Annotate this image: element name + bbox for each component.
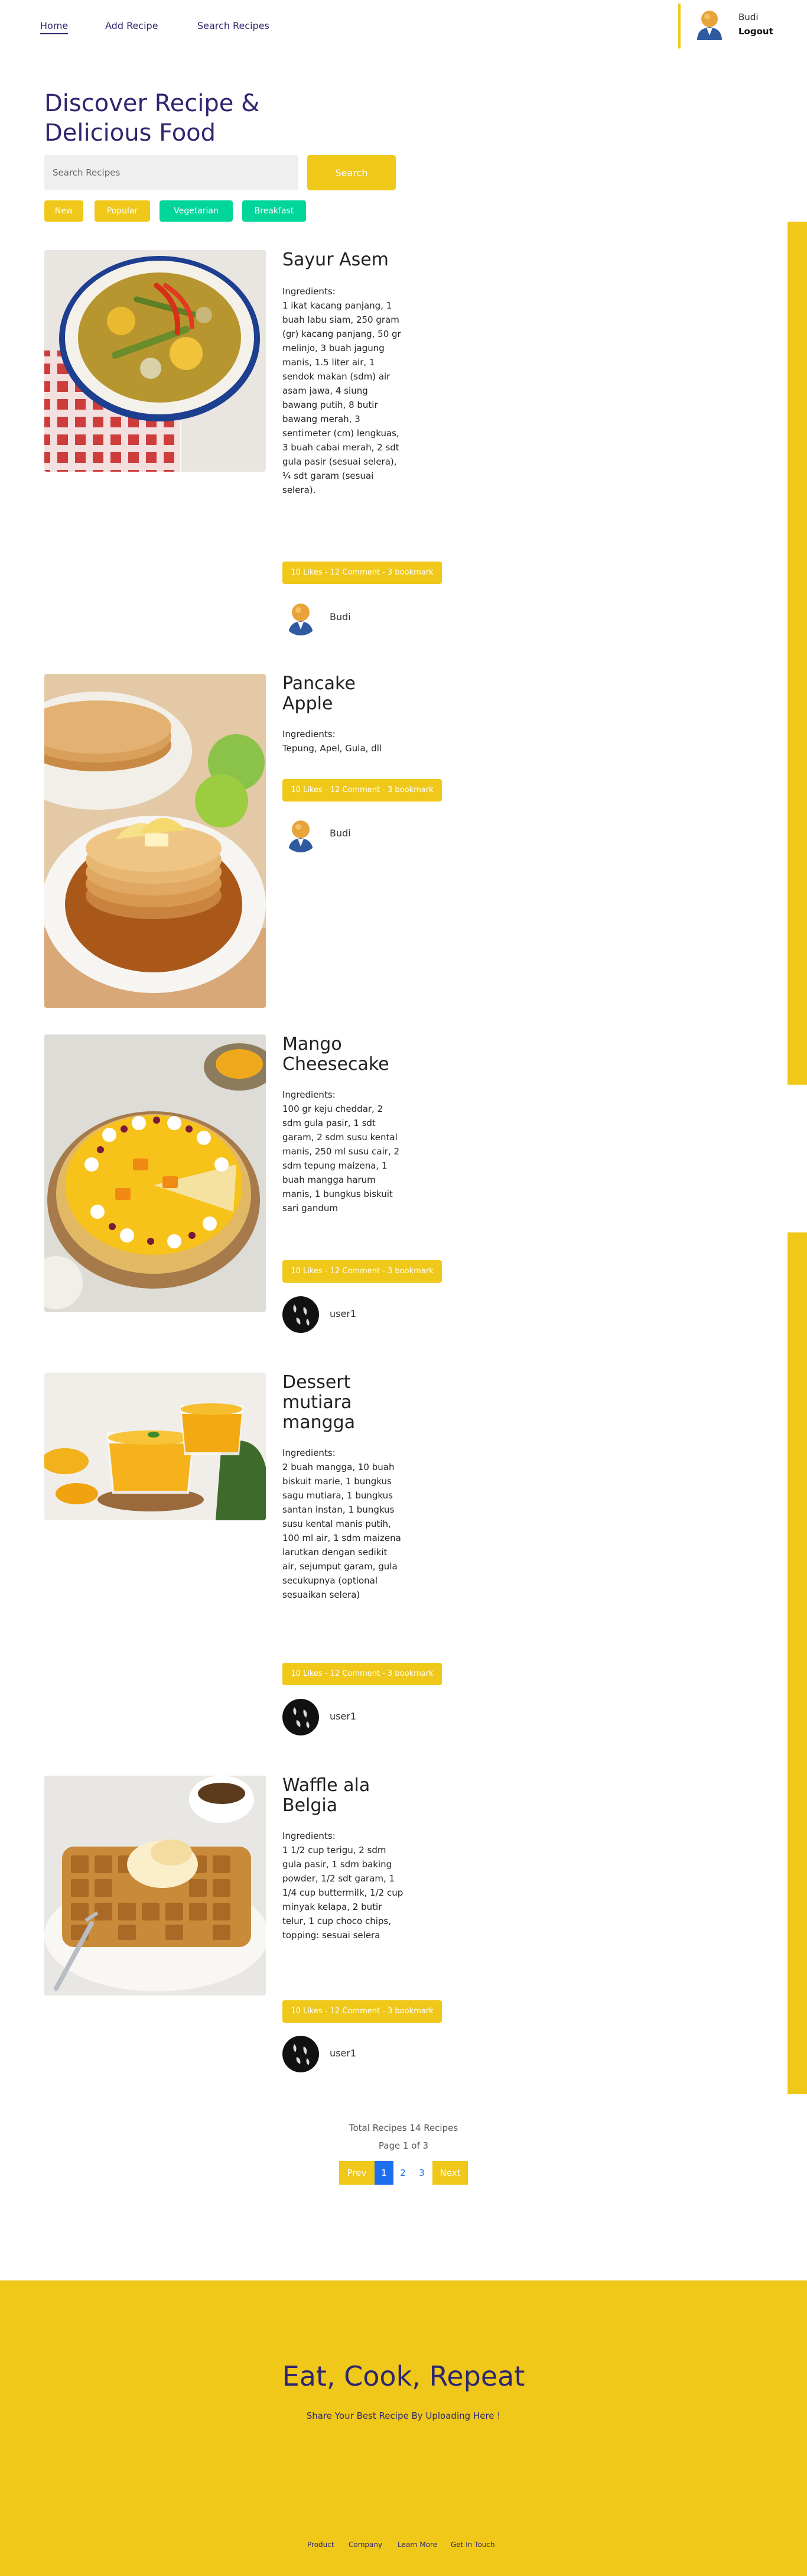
- prev-page-button[interactable]: Prev: [339, 2161, 375, 2185]
- recipe-image-sayur-asem[interactable]: [44, 250, 266, 472]
- top-navbar: Home Add Recipe Search Recipes Budi Logo…: [0, 0, 807, 52]
- ingredients-label: Ingredients:: [282, 1831, 336, 1841]
- recipe-stats-badge: 10 Likes - 12 Comment - 3 bookmark: [282, 562, 442, 584]
- recipe-stats-badge: 10 Likes - 12 Comment - 3 bookmark: [282, 2000, 442, 2023]
- author-avatar[interactable]: [282, 599, 319, 635]
- ingredients-text: Tepung, Apel, Gula, dll: [282, 743, 382, 754]
- tag-vegetarian[interactable]: Vegetarian: [160, 200, 233, 222]
- side-decoration-top: [788, 222, 807, 1085]
- page-indicator: Page 1 of 3: [378, 2140, 429, 2151]
- recipe-image-dessert-mutiara-mangga[interactable]: [44, 1373, 266, 1520]
- nav-divider: [678, 4, 681, 48]
- page-button-2[interactable]: 2: [393, 2161, 412, 2185]
- author-avatar[interactable]: [282, 816, 319, 852]
- ingredients-text: 2 buah mangga, 10 buah biskuit marie, 1 …: [282, 1462, 401, 1600]
- ingredients-label: Ingredients:: [282, 286, 336, 297]
- nav-add-recipe-link[interactable]: Add Recipe: [105, 20, 158, 31]
- search-input[interactable]: [44, 155, 298, 190]
- user-avatar[interactable]: [695, 8, 724, 40]
- recipe-stats-badge: 10 Likes - 12 Comment - 3 bookmark: [282, 1663, 442, 1685]
- total-recipes-text: Total Recipes 14 Recipes: [349, 2123, 458, 2133]
- search-button[interactable]: Search: [307, 155, 396, 190]
- footer: Eat, Cook, Repeat Share Your Best Recipe…: [0, 2280, 807, 2576]
- footer-link-learn-more[interactable]: Learn More: [398, 2541, 437, 2549]
- tag-breakfast[interactable]: Breakfast: [242, 200, 306, 222]
- recipe-title[interactable]: Waffle ala Belgia: [282, 1776, 401, 1816]
- page-button-1[interactable]: 1: [375, 2161, 393, 2185]
- recipe-image-pancake-apple[interactable]: [44, 674, 266, 1008]
- author-name: user1: [330, 1308, 357, 1319]
- author-avatar[interactable]: [282, 2036, 319, 2072]
- recipe-ingredients: Ingredients: 1 ikat kacang panjang, 1 bu…: [282, 284, 403, 497]
- nav-username: Budi: [738, 12, 759, 22]
- footer-link-get-in-touch[interactable]: Get In Touch: [451, 2541, 495, 2549]
- author-avatar[interactable]: [282, 1296, 319, 1333]
- author-name: user1: [330, 1711, 357, 1722]
- recipe-title[interactable]: Sayur Asem: [282, 250, 401, 270]
- footer-link-product[interactable]: Product: [307, 2541, 334, 2549]
- page-button-3[interactable]: 3: [412, 2161, 431, 2185]
- recipe-stats-badge: 10 Likes - 12 Comment - 3 bookmark: [282, 1260, 442, 1283]
- author-name: Budi: [330, 828, 351, 839]
- ingredients-label: Ingredients:: [282, 1089, 336, 1100]
- footer-link-company[interactable]: Company: [349, 2541, 382, 2549]
- author-name: user1: [330, 2048, 357, 2059]
- recipe-ingredients: Ingredients: 100 gr keju cheddar, 2 sdm …: [282, 1088, 403, 1215]
- recipe-ingredients: Ingredients: 2 buah mangga, 10 buah bisk…: [282, 1446, 403, 1602]
- ingredients-text: 1 1/2 cup terigu, 2 sdm gula pasir, 1 sd…: [282, 1845, 403, 1941]
- author-name: Budi: [330, 611, 351, 622]
- recipe-title[interactable]: Pancake Apple: [282, 674, 401, 714]
- footer-subtitle: Share Your Best Recipe By Uploading Here…: [306, 2410, 501, 2421]
- recipe-ingredients: Ingredients: 1 1/2 cup terigu, 2 sdm gul…: [282, 1829, 403, 1942]
- ingredients-text: 1 ikat kacang panjang, 1 buah labu siam,…: [282, 300, 401, 495]
- next-page-button[interactable]: Next: [432, 2161, 468, 2185]
- tag-popular[interactable]: Popular: [95, 200, 150, 222]
- ingredients-label: Ingredients:: [282, 729, 336, 739]
- recipe-ingredients: Ingredients: Tepung, Apel, Gula, dll: [282, 727, 403, 755]
- ingredients-label: Ingredients:: [282, 1448, 336, 1458]
- logout-link[interactable]: Logout: [738, 26, 773, 37]
- recipe-stats-badge: 10 Likes - 12 Comment - 3 bookmark: [282, 779, 442, 802]
- side-decoration-bottom: [788, 1232, 807, 2094]
- ingredients-text: 100 gr keju cheddar, 2 sdm gula pasir, 1…: [282, 1104, 400, 1214]
- nav-home-link[interactable]: Home: [40, 20, 69, 34]
- recipe-title[interactable]: Dessert mutiara mangga: [282, 1373, 401, 1433]
- page-title: Discover Recipe & Delicious Food: [44, 90, 260, 147]
- nav-search-recipes-link[interactable]: Search Recipes: [197, 20, 269, 31]
- recipe-image-mango-cheesecake[interactable]: [44, 1034, 266, 1312]
- author-avatar[interactable]: [282, 1699, 319, 1735]
- recipe-title[interactable]: Mango Cheesecake: [282, 1034, 401, 1075]
- recipe-image-waffle-ala-belgia[interactable]: [44, 1776, 266, 1996]
- footer-title: Eat, Cook, Repeat: [282, 2360, 525, 2392]
- tag-new[interactable]: New: [44, 200, 83, 222]
